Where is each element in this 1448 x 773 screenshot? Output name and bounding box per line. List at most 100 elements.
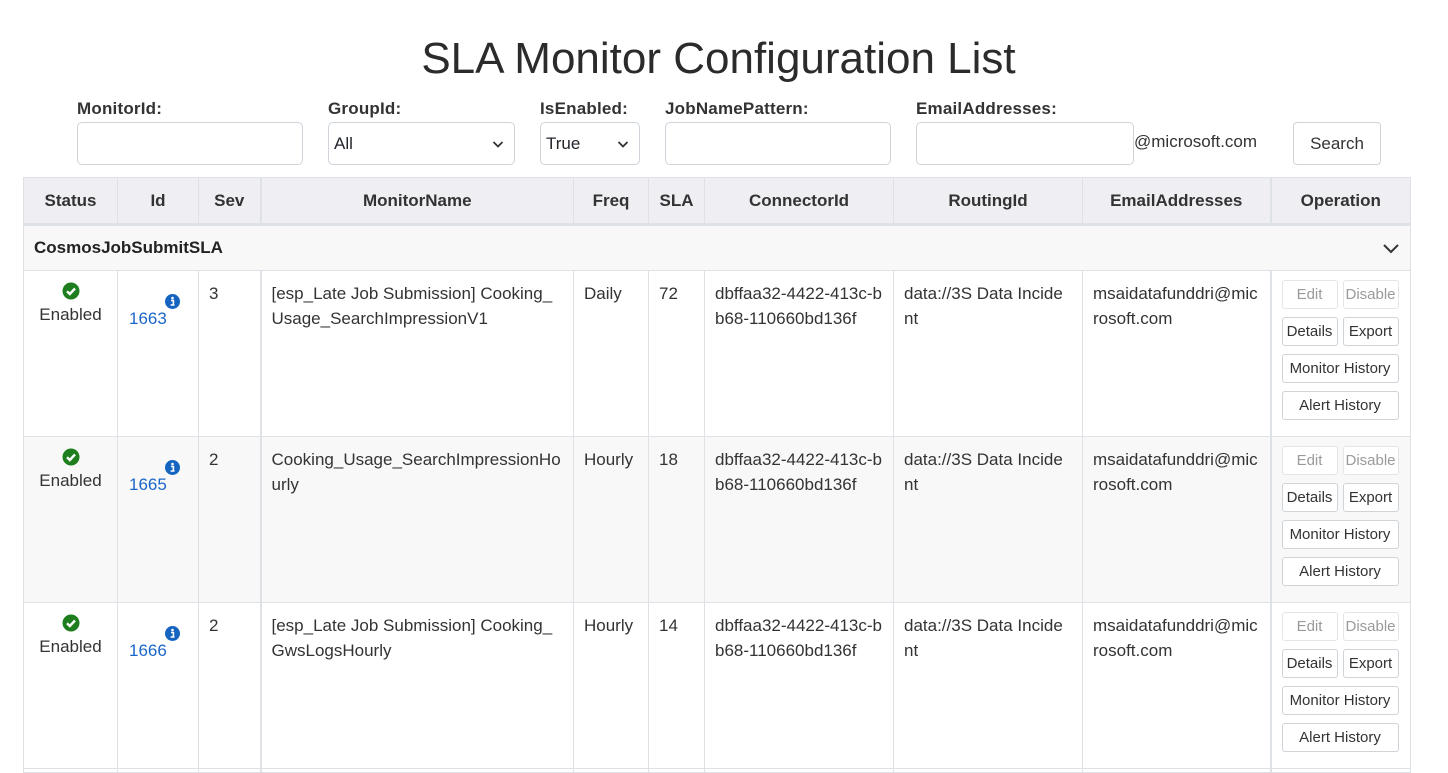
check-circle-icon [62, 614, 79, 632]
operation-cell: Edit Disable Details Export Monitor Hist… [1269, 602, 1411, 769]
status-text: Enabled [39, 637, 102, 656]
alert-history-button[interactable]: Alert History [1281, 557, 1399, 586]
group-row[interactable]: CosmosJobSubmitSLA [23, 224, 1411, 271]
group-id-selected: All [334, 133, 353, 153]
monitor-name-cell: [esp_Late Job Submission] Cooking_Usage_… [259, 270, 574, 437]
sev-cell: 2 [198, 602, 261, 769]
is-enabled-label: IsEnabled: [540, 99, 628, 118]
header-connector-id[interactable]: ConnectorId [704, 177, 894, 226]
header-status[interactable]: Status [23, 177, 118, 226]
status-cell: Enabled [23, 436, 118, 603]
connector-id-cell: dbffaa32-4422-413c-bb68-110660bd136f [704, 270, 894, 437]
disable-button[interactable]: Disable [1342, 280, 1399, 309]
is-enabled-select[interactable]: True [540, 122, 640, 165]
header-sla[interactable]: SLA [648, 177, 705, 226]
details-button[interactable]: Details [1281, 483, 1338, 512]
connector-id-cell: dbffaa32-4422-413c-bb68-110660bd136f [704, 436, 894, 603]
sla-cell: 18 [648, 436, 705, 603]
email-cell: msaidatafunddri@microsoft.com [1082, 270, 1271, 437]
connector-id-cell: dbffaa32-4422-413c-bb68-110660bd136f [704, 602, 894, 769]
monitor-id-link[interactable]: 1666 [129, 638, 167, 663]
info-icon[interactable] [165, 460, 180, 475]
disable-button[interactable]: Disable [1342, 446, 1399, 475]
id-cell: 1665 [117, 436, 199, 603]
details-button[interactable]: Details [1281, 317, 1338, 346]
group-id-label: GroupId: [328, 99, 402, 118]
export-button[interactable]: Export [1342, 317, 1399, 346]
email-cell: msaidatafunddri@microsoft.com [1082, 436, 1271, 603]
is-enabled-filter: IsEnabled: True [540, 98, 640, 165]
status-cell: Enabled [23, 270, 118, 437]
monitor-name-cell: Cooking_Usage_SearchImpressionHourly [259, 436, 574, 603]
edit-button[interactable]: Edit [1281, 612, 1338, 641]
monitor-id-label: MonitorId: [77, 99, 163, 118]
table-row: Enabled 1663 3 [esp_Late Job Submission]… [23, 270, 1411, 437]
operation-cell: Edit Disable Details Export Monitor Hist… [1269, 270, 1411, 437]
routing-id-cell: data://3S Data Incident [893, 270, 1083, 437]
monitor-table: Status Id Sev MonitorName Freq SLA Conne… [23, 177, 1411, 773]
export-button[interactable]: Export [1342, 483, 1399, 512]
status-cell: Enabled [23, 602, 118, 769]
header-email-addresses[interactable]: EmailAddresses [1082, 177, 1271, 226]
header-sev[interactable]: Sev [198, 177, 261, 226]
monitor-history-button[interactable]: Monitor History [1281, 354, 1399, 383]
group-cell[interactable]: CosmosJobSubmitSLA [23, 224, 1411, 271]
group-id-filter: GroupId: All [328, 98, 515, 165]
job-name-pattern-label: JobNamePattern: [665, 99, 809, 118]
header-freq[interactable]: Freq [573, 177, 649, 226]
monitor-name-cell: [esp_Late Job Submission] Cooking_GwsLog… [259, 602, 574, 769]
status-text: Enabled [39, 471, 102, 490]
table-row: Enabled 1665 2 Cooking_Usage_SearchImpre… [23, 436, 1411, 603]
check-circle-icon [62, 448, 79, 466]
page-title: SLA Monitor Configuration List [421, 34, 1016, 83]
monitor-id-link[interactable]: 1665 [129, 472, 167, 497]
monitor-history-button[interactable]: Monitor History [1281, 686, 1399, 715]
table-row-partial [23, 768, 1411, 773]
email-domain-suffix: @microsoft.com [1134, 132, 1258, 151]
monitor-history-button[interactable]: Monitor History [1281, 520, 1399, 549]
email-addresses-input[interactable] [916, 122, 1134, 165]
search-button[interactable]: Search [1293, 122, 1381, 165]
export-button[interactable]: Export [1342, 649, 1399, 678]
routing-id-cell: data://3S Data Incident [893, 602, 1083, 769]
sev-cell: 2 [198, 436, 261, 603]
id-cell: 1663 [117, 270, 199, 437]
alert-history-button[interactable]: Alert History [1281, 391, 1399, 420]
monitor-id-filter: MonitorId: [77, 98, 303, 165]
table-header-row: Status Id Sev MonitorName Freq SLA Conne… [23, 177, 1411, 226]
header-id[interactable]: Id [117, 177, 199, 226]
filter-bar: MonitorId: GroupId: All IsEnabled: True … [0, 98, 1448, 168]
edit-button[interactable]: Edit [1281, 446, 1338, 475]
job-name-pattern-input[interactable] [665, 122, 891, 165]
freq-cell: Daily [573, 270, 649, 437]
header-routing-id[interactable]: RoutingId [893, 177, 1083, 226]
sla-cell: 14 [648, 602, 705, 769]
id-cell: 1666 [117, 602, 199, 769]
chevron-down-icon [617, 140, 629, 148]
routing-id-cell: data://3S Data Incident [893, 436, 1083, 603]
header-operation: Operation [1269, 177, 1411, 226]
alert-history-button[interactable]: Alert History [1281, 723, 1399, 752]
edit-button[interactable]: Edit [1281, 280, 1338, 309]
sev-cell: 3 [198, 270, 261, 437]
operation-cell: Edit Disable Details Export Monitor Hist… [1269, 436, 1411, 603]
details-button[interactable]: Details [1281, 649, 1338, 678]
chevron-down-icon[interactable] [1382, 242, 1400, 254]
monitor-id-link[interactable]: 1663 [129, 306, 167, 331]
header-monitor-name[interactable]: MonitorName [259, 177, 574, 226]
chevron-down-icon [492, 140, 504, 148]
info-icon[interactable] [165, 294, 180, 309]
freq-cell: Hourly [573, 602, 649, 769]
disable-button[interactable]: Disable [1342, 612, 1399, 641]
sla-cell: 72 [648, 270, 705, 437]
group-id-select[interactable]: All [328, 122, 515, 165]
email-addresses-filter: EmailAddresses: @microsoft.com [916, 98, 1257, 165]
freq-cell: Hourly [573, 436, 649, 603]
monitor-id-input[interactable] [77, 122, 303, 165]
info-icon[interactable] [165, 626, 180, 641]
group-name: CosmosJobSubmitSLA [34, 238, 223, 257]
job-name-pattern-filter: JobNamePattern: [665, 98, 891, 165]
table-row: Enabled 1666 2 [esp_Late Job Submission]… [23, 602, 1411, 769]
check-circle-icon [62, 282, 79, 300]
email-cell: msaidatafunddri@microsoft.com [1082, 602, 1271, 769]
